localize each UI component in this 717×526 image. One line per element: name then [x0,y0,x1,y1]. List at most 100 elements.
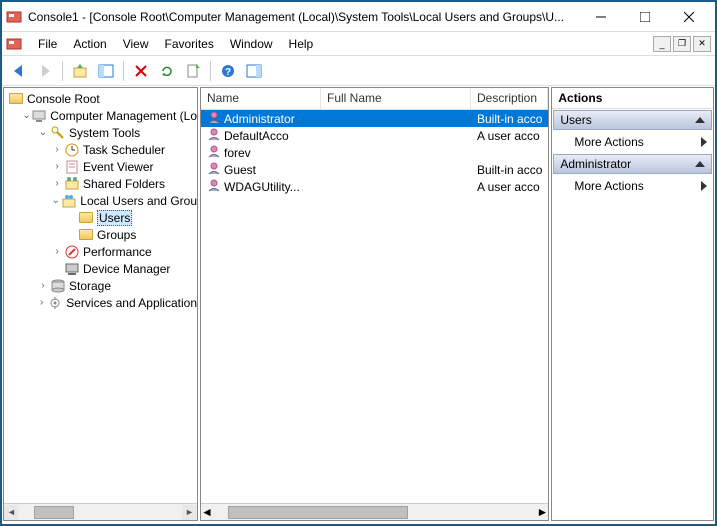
list-row[interactable]: GuestBuilt-in acco [201,161,548,178]
tree-label: Local Users and Grou [80,194,197,208]
column-description[interactable]: Description [471,88,548,109]
menu-help[interactable]: Help [281,34,322,54]
list-pane: Name Full Name Description Administrator… [200,87,549,521]
tree-label: Groups [97,228,136,242]
user-name: forev [224,146,251,160]
services-icon [47,295,63,311]
tree-label: Users [97,210,132,226]
close-button[interactable] [667,3,711,31]
list-row[interactable]: DefaultAccoA user acco [201,127,548,144]
user-name: Administrator [224,112,295,126]
tree-item[interactable]: ⌄Computer Management (Lo [4,107,197,124]
user-icon [207,127,221,144]
refresh-button[interactable] [156,60,178,82]
storage-icon [50,278,66,294]
collapse-icon[interactable]: ⌄ [36,127,50,138]
help-button[interactable]: ? [217,60,239,82]
back-button[interactable] [8,60,30,82]
tree-root[interactable]: Console Root [4,90,197,107]
tree-item[interactable]: ⌄ Local Users and Grou [4,192,197,209]
expand-icon[interactable]: › [36,280,50,291]
expand-icon[interactable]: › [36,297,47,308]
tree-item[interactable]: › Services and Application [4,294,197,311]
mdi-restore-button[interactable]: ❐ [673,36,691,52]
collapse-icon [695,161,705,167]
tree-label: Shared Folders [83,177,165,191]
submenu-icon [701,137,707,147]
actions-link[interactable]: More Actions [552,131,713,153]
actions-pane: Actions UsersMore ActionsAdministratorMo… [551,87,714,521]
expand-icon[interactable]: › [50,246,64,257]
user-icon [207,144,221,161]
column-name[interactable]: Name [201,88,321,109]
list-header: Name Full Name Description [201,88,548,110]
user-name: WDAGUtility... [224,180,300,194]
user-icon [207,110,221,127]
tree-label: Storage [69,279,111,293]
title-bar: Console1 - [Console Root\Computer Manage… [2,2,715,32]
collapse-icon [695,117,705,123]
tree-item[interactable]: › Shared Folders [4,175,197,192]
actions-section-header[interactable]: Administrator [553,154,712,174]
user-description: A user acco [471,180,548,194]
actions-title: Actions [552,88,713,109]
tree-item[interactable]: Device Manager [4,260,197,277]
show-hide-action-pane-button[interactable] [243,60,265,82]
list-row[interactable]: forev [201,144,548,161]
tree-label: Event Viewer [83,160,153,174]
tree-label: Services and Application [66,296,197,310]
expand-icon[interactable]: › [50,161,64,172]
menu-file[interactable]: File [30,34,65,54]
toolbar: ? [2,56,715,86]
tree-item[interactable]: › Storage [4,277,197,294]
folder-icon [8,91,24,107]
tree-item[interactable]: Users [4,209,197,226]
mdi-close-button[interactable]: ✕ [693,36,711,52]
computer-icon [31,108,47,124]
forward-button[interactable] [34,60,56,82]
expand-icon[interactable]: › [50,144,64,155]
list-horizontal-scrollbar[interactable]: ◄► [201,503,548,520]
tree-item[interactable]: ›Task Scheduler [4,141,197,158]
folder-icon [78,210,94,226]
expand-icon[interactable]: › [50,178,64,189]
tree-item[interactable]: › Event Viewer [4,158,197,175]
mdi-minimize-button[interactable]: _ [653,36,671,52]
menu-action[interactable]: Action [65,34,114,54]
window-title: Console1 - [Console Root\Computer Manage… [28,10,579,24]
menu-window[interactable]: Window [222,34,281,54]
user-description: Built-in acco [471,112,548,126]
tree-label: System Tools [69,126,140,140]
list-row[interactable]: Administrator Built-in acco [201,110,548,127]
export-button[interactable] [182,60,204,82]
device-icon [64,261,80,277]
collapse-icon[interactable]: ⌄ [22,110,31,121]
clock-icon [64,142,80,158]
list-row[interactable]: WDAGUtility... A user acco [201,178,548,195]
user-description: Built-in acco [471,163,548,177]
tree-item[interactable]: Groups [4,226,197,243]
tree-label: Device Manager [83,262,170,276]
up-button[interactable] [69,60,91,82]
svg-text:?: ? [225,67,231,78]
delete-button[interactable] [130,60,152,82]
users-icon [61,193,77,209]
menu-bar: File Action View Favorites Window Help _… [2,32,715,56]
actions-section-header[interactable]: Users [553,110,712,130]
menu-view[interactable]: View [115,34,157,54]
tree-item[interactable]: ⌄ System Tools [4,124,197,141]
collapse-icon[interactable]: ⌄ [50,195,61,206]
maximize-button[interactable] [623,3,667,31]
actions-link-label: More Actions [574,179,643,193]
tree-horizontal-scrollbar[interactable]: ◄► [4,503,197,520]
tree-label: Console Root [27,92,100,106]
actions-link[interactable]: More Actions [552,175,713,197]
document-icon [6,36,22,52]
show-hide-tree-button[interactable] [95,60,117,82]
actions-section-label: Administrator [560,157,631,171]
column-fullname[interactable]: Full Name [321,88,471,109]
menu-favorites[interactable]: Favorites [157,34,222,54]
tree-item[interactable]: ›Performance [4,243,197,260]
minimize-button[interactable] [579,3,623,31]
tools-icon [50,125,66,141]
